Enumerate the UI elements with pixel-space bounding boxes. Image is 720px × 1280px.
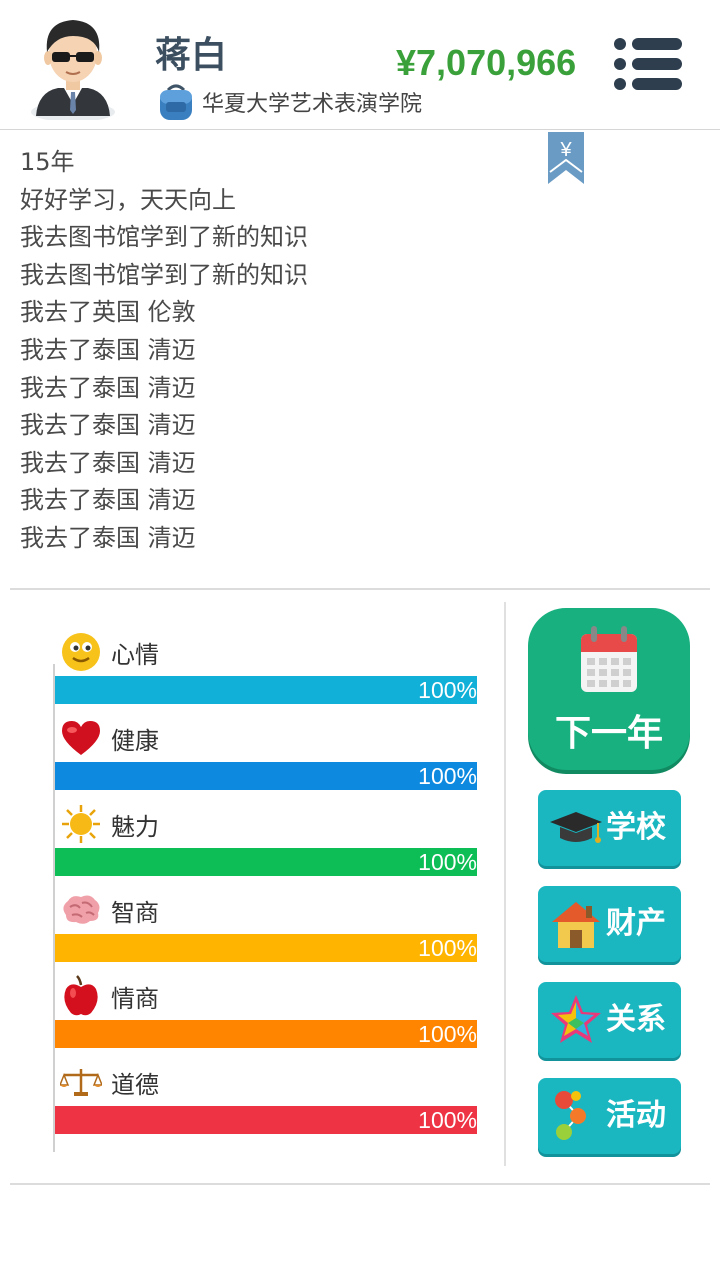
stat-eq: 情商 100%	[55, 974, 477, 1048]
log-line: 我去图书馆学到了新的知识	[20, 223, 308, 252]
stat-bar: 100%	[55, 934, 477, 962]
log-line: 好好学习，天天向上	[20, 185, 236, 214]
stat-bar: 100%	[55, 1106, 477, 1134]
stat-value: 100%	[418, 935, 477, 961]
stat-bar: 100%	[55, 676, 477, 704]
heart-icon	[59, 716, 103, 760]
next-year-label: 下一年	[554, 713, 663, 754]
money-bookmark-icon[interactable]: ¥	[548, 132, 584, 184]
brain-icon	[59, 888, 103, 932]
stat-bar-fill	[55, 848, 477, 876]
log-line: 我去了泰国 清迈	[20, 448, 196, 477]
log-line: 我去了英国 伦敦	[20, 298, 196, 327]
stat-bar-fill	[55, 762, 477, 790]
log-line: 15年	[20, 148, 75, 176]
bookmark-symbol: ¥	[559, 139, 572, 161]
star-icon	[551, 995, 601, 1043]
school-button[interactable]: 学校	[538, 790, 681, 866]
stat-health: 健康 100%	[55, 716, 477, 790]
stat-mood: 心情 100%	[55, 630, 477, 704]
header: 蒋白 ¥7,070,966 华夏大学艺术表演学院	[0, 0, 720, 130]
avatar[interactable]	[28, 12, 118, 120]
school-name: 华夏大学艺术表演学院	[202, 92, 423, 117]
house-icon	[552, 902, 600, 948]
stat-value: 100%	[418, 677, 477, 703]
relations-button-label: 关系	[606, 1002, 666, 1037]
money-display: ¥7,070,966	[396, 42, 577, 83]
property-button-label: 财产	[606, 906, 666, 941]
relations-button[interactable]: 关系	[538, 982, 681, 1058]
stat-bar-fill	[55, 1106, 477, 1134]
divider	[504, 602, 506, 1166]
stat-bar-fill	[55, 934, 477, 962]
log-line: 我去了泰国 清迈	[20, 486, 196, 515]
log-line: 我去了泰国 清迈	[20, 411, 196, 440]
menu-icon[interactable]	[612, 36, 684, 92]
stat-bar: 100%	[55, 1020, 477, 1048]
stat-label: 魅力	[111, 812, 159, 841]
stat-morality: 道德 100%	[55, 1060, 477, 1134]
divider	[10, 1183, 710, 1185]
next-year-button[interactable]: 下一年	[528, 608, 690, 770]
apple-icon	[59, 974, 103, 1018]
stat-value: 100%	[418, 763, 477, 789]
event-log-list: ———— — —— — —— —— ——— —— ———— 15年 好好学习，天…	[20, 130, 700, 558]
scales-icon	[59, 1060, 103, 1104]
stat-value: 100%	[418, 1107, 477, 1133]
log-line-clipped: ———— — —— — —— —— ——— —— ————	[20, 130, 700, 144]
school-button-label: 学校	[606, 810, 666, 845]
activities-button[interactable]: 活动	[538, 1078, 681, 1154]
event-log[interactable]: ———— — —— — —— —— ——— —— ———— 15年 好好学习，天…	[0, 130, 720, 585]
smiley-icon	[59, 630, 103, 674]
stat-bar: 100%	[55, 762, 477, 790]
sun-icon	[59, 802, 103, 846]
stat-bar: 100%	[55, 848, 477, 876]
log-line: 我去了泰国 清迈	[20, 373, 196, 402]
activities-button-label: 活动	[606, 1098, 666, 1133]
property-button[interactable]: 财产	[538, 886, 681, 962]
stat-iq: 智商 100%	[55, 888, 477, 962]
calendar-icon	[581, 626, 637, 692]
school-info: 华夏大学艺术表演学院	[158, 82, 422, 122]
stat-label: 心情	[111, 640, 159, 669]
stat-label: 道德	[111, 1070, 159, 1099]
stat-value: 100%	[418, 1021, 477, 1047]
stat-bar-fill	[55, 676, 477, 704]
log-line: 我去了泰国 清迈	[20, 335, 196, 364]
graduation-cap-icon	[550, 812, 602, 843]
stat-label: 情商	[111, 984, 159, 1013]
stat-label: 健康	[111, 726, 159, 755]
activity-dots-icon	[555, 1091, 586, 1140]
stat-label: 智商	[111, 898, 159, 927]
log-line: 我去图书馆学到了新的知识	[20, 260, 308, 289]
stat-value: 100%	[418, 849, 477, 875]
log-line: 我去了泰国 清迈	[20, 523, 196, 552]
divider	[10, 588, 710, 590]
school-bag-icon	[160, 84, 192, 120]
stat-charm: 魅力 100%	[55, 802, 477, 876]
player-name: 蒋白	[155, 35, 228, 76]
stat-bar-fill	[55, 1020, 477, 1048]
